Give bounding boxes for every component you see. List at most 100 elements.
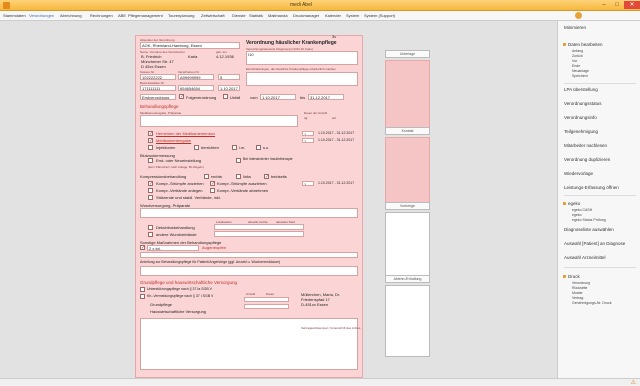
wound-field[interactable] — [140, 208, 358, 218]
menu-item-pflegemanagement[interactable]: Pflegemanagement — [128, 13, 163, 18]
close-button[interactable]: ✕ — [624, 1, 640, 9]
print-prescription[interactable]: Verordnung — [572, 281, 590, 285]
action-first[interactable]: Anfang — [572, 49, 583, 53]
compression-left-checkbox[interactable] — [236, 174, 241, 179]
basic-item2-checkbox[interactable] — [140, 294, 145, 299]
date-field[interactable]: 1.10.2017 — [218, 85, 240, 91]
print-approval-no[interactable]: Genehmigungs-Nr. Druck — [572, 301, 612, 305]
menu-item-abrechnung[interactable]: Abrechnung — [60, 13, 82, 18]
blood-sugar-first-checkbox[interactable] — [148, 158, 153, 163]
medication-field[interactable] — [140, 115, 298, 127]
action-last[interactable]: Ende — [572, 64, 580, 68]
action-medication[interactable]: Auswahl Arzneimittel — [564, 255, 606, 260]
menu-item-mailmanda[interactable]: Mailmanda — [268, 13, 288, 18]
support-field[interactable] — [140, 266, 358, 276]
blood-sugar-intensive-checkbox[interactable] — [236, 158, 241, 163]
menu-item-druckmanager[interactable]: Druckmanager — [293, 13, 319, 18]
other-measures-field[interactable]: 2 x tgl. — [147, 245, 199, 251]
action-patient-diagnosis[interactable]: Auswahl [Patient] an Diagnose — [564, 241, 625, 246]
other-measures-checkbox[interactable]: ✓ — [140, 245, 145, 251]
print-sample[interactable]: Muster — [572, 291, 583, 295]
action-egeko-status[interactable]: egeko Status Prüfung — [572, 218, 606, 222]
patient-first-name[interactable]: Karla — [188, 54, 197, 59]
insured-no-field[interactable]: A99999999 — [178, 74, 214, 80]
action-info[interactable]: Verordnungsinfo — [564, 115, 597, 120]
compression-both-checkbox[interactable]: ✓ — [264, 174, 269, 180]
gabe-checkbox[interactable]: ✓ — [148, 138, 153, 144]
action-status[interactable]: Verordnungsstatus — [564, 101, 602, 106]
initial-prescription-field[interactable]: Erstverordnung — [140, 94, 176, 100]
maximize-button[interactable]: □ — [611, 1, 623, 9]
followup-checkbox[interactable]: ✓ — [179, 94, 184, 100]
menu-item-tourenplanung[interactable]: Tourenplanung — [168, 13, 194, 18]
patient-city[interactable]: D 45xx Essen — [141, 64, 166, 69]
diagnosis-field[interactable]: I10 — [246, 51, 358, 65]
menu-item-zeitwirtschaft[interactable]: Zeitwirtschaft — [201, 13, 225, 18]
user-icon[interactable] — [575, 12, 582, 19]
menu-item-system[interactable]: System — [346, 13, 359, 18]
menu-item-statistik[interactable]: Statistik — [249, 13, 263, 18]
basic-grid-2[interactable] — [244, 304, 289, 309]
comp-item1-checkbox[interactable]: ✓ — [148, 181, 153, 187]
to-date-field[interactable]: 31.12.2017 — [308, 94, 344, 100]
accident-checkbox[interactable] — [223, 94, 228, 99]
menu-item-verordnungen[interactable]: Verordnungen — [29, 13, 54, 18]
print-back[interactable]: Rückseite — [572, 286, 587, 290]
comp-item4-checkbox[interactable] — [210, 188, 215, 193]
menu-item-kalender[interactable]: Kalender — [325, 13, 341, 18]
action-resubmit[interactable]: Wiedervorlage — [564, 171, 593, 176]
herrichten-checkbox[interactable]: ✓ — [148, 131, 153, 137]
patient-dob[interactable]: 4.12.1936 — [216, 54, 234, 59]
contact-button[interactable]: Kontakt — [385, 127, 430, 135]
gabe-count[interactable]: 1 — [302, 138, 314, 143]
minimize-button[interactable]: – — [598, 1, 610, 9]
menu-item-rechnungen[interactable]: Rechnungen — [90, 13, 113, 18]
injection-sc-checkbox[interactable] — [256, 145, 261, 150]
action-egeko-cash[interactable]: egeko CASH — [572, 208, 592, 212]
other-measures-extra[interactable] — [140, 252, 358, 258]
doctor-no-field[interactable]: 654654654 — [178, 85, 214, 91]
other-wound-checkbox[interactable] — [148, 232, 153, 237]
comp-item5-checkbox[interactable] — [148, 195, 153, 200]
herrichten-count[interactable]: 1 — [302, 131, 314, 136]
minimize-panel-link[interactable]: Minimieren — [564, 25, 586, 30]
comp-item2-checkbox[interactable]: ✓ — [210, 181, 215, 187]
menu-item-dienste[interactable]: Dienste — [232, 13, 246, 18]
print-contract[interactable]: Vertrag — [572, 296, 583, 300]
basic-item1-checkbox[interactable] — [140, 287, 145, 292]
injection-herrichten-checkbox[interactable] — [194, 145, 199, 150]
compression-right-checkbox[interactable] — [204, 174, 209, 179]
previous-button[interactable]: Vorherige — [385, 202, 430, 210]
decubitus-checkbox[interactable] — [148, 225, 153, 230]
action-partial[interactable]: Teilgenehmigung — [564, 129, 598, 134]
insurance-field[interactable]: AOK, Rheinland-Hamburg, Essen — [140, 42, 240, 49]
action-staff[interactable]: Mitarbeiter nachlesen — [564, 143, 607, 148]
action-save[interactable]: Speichern — [572, 74, 588, 78]
menu-item-stammdaten[interactable]: Stammdaten — [3, 13, 26, 18]
action-duplicate[interactable]: Verordnung duplizieren — [564, 157, 610, 162]
action-diagnosis-list[interactable]: Diagnoseliste auswählen — [564, 227, 614, 232]
action-lpa[interactable]: LPA überstellung — [564, 87, 598, 92]
practice-no-field[interactable]: 171111111 — [140, 85, 176, 91]
action-new[interactable]: Neuanlage — [572, 69, 589, 73]
compression-right-label: rechts — [211, 174, 222, 179]
compression-count[interactable]: 1 — [302, 181, 314, 186]
status-field[interactable]: 5 — [218, 74, 240, 80]
menu-item-system-support[interactable]: System (Support) — [364, 13, 395, 18]
injection-checkbox[interactable] — [148, 145, 153, 150]
decubitus-detail[interactable] — [214, 224, 304, 230]
action-open-services[interactable]: Leistungs-Erfassung öffnen — [564, 185, 619, 190]
comp-item3-checkbox[interactable] — [148, 188, 153, 193]
restrictions-field[interactable] — [246, 72, 358, 86]
action-forward[interactable]: Vor — [572, 59, 577, 63]
document-button[interactable]: Unterlage — [385, 50, 430, 58]
action-back[interactable]: Zurück — [572, 54, 583, 58]
basic-grid-1[interactable] — [244, 297, 289, 302]
insurer-no-field[interactable]: 102222222 — [140, 74, 176, 80]
other-wound-detail[interactable] — [214, 231, 304, 237]
injection-im-checkbox[interactable] — [232, 145, 237, 150]
from-date-field[interactable]: 1.10.2017 — [260, 94, 296, 100]
action-egeko[interactable]: egeko — [572, 213, 582, 217]
menu-item-abe[interactable]: ABE — [118, 13, 126, 18]
reject-button[interactable]: Ablehn./Erhaltung — [385, 275, 430, 283]
